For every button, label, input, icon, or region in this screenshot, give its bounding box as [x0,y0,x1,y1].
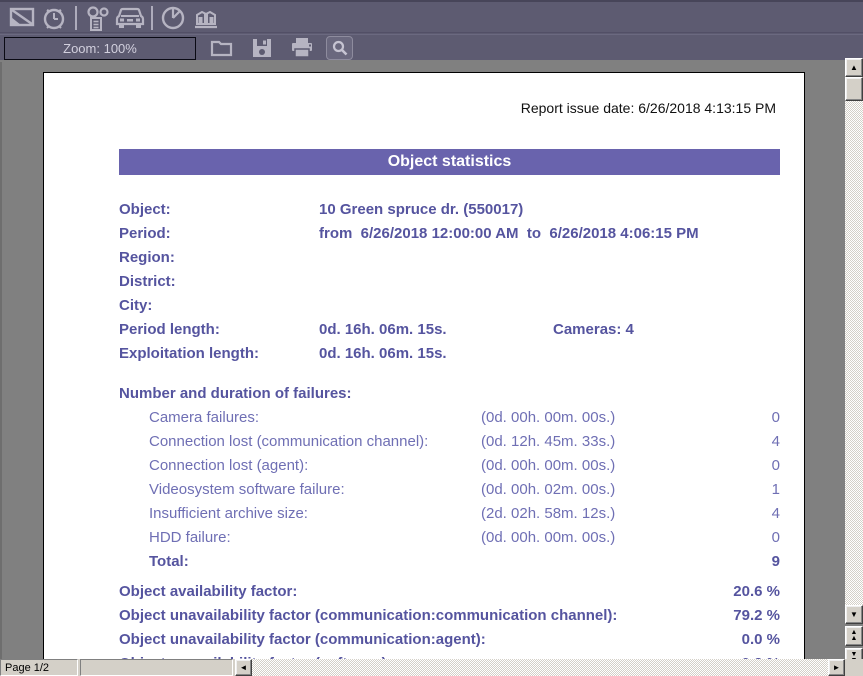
toolbar-separator [75,6,77,30]
status-bar: Page 1/2 ◄ ► [0,659,863,676]
factor-row: Object unavailability factor (communicat… [119,607,780,631]
car-icon[interactable] [114,5,146,31]
page-indicator: Page 1/2 [5,662,49,674]
zoom-level-box[interactable]: Zoom: 100% [4,37,196,60]
bar-chart-icon[interactable] [190,5,222,31]
report-viewer-window: Zoom: 100% [0,0,863,676]
pie-chart-icon[interactable] [158,5,190,31]
arrow-right-icon: ► [833,664,841,672]
report-title-banner: Object statistics [119,149,780,175]
vertical-scroll-track[interactable] [845,101,863,605]
toolbar-row-preview: Zoom: 100% [0,34,863,61]
failure-row: Connection lost (agent): (0d. 00h. 00m. … [119,457,780,481]
preview-magnifier-icon[interactable] [326,36,353,60]
info-row: Period length: 0d. 16h. 06m. 15s. Camera… [119,321,780,345]
scroll-up-button[interactable]: ▲ [845,58,863,77]
info-row: District: [119,273,780,297]
info-row: Object: 10 Green spruce dr. (550017) [119,201,780,225]
factor-row: Object availability factor: 20.6 % [119,583,780,607]
alarm-clock-icon[interactable] [38,5,70,31]
scroll-left-button[interactable]: ◄ [235,659,252,676]
scroll-down-button[interactable]: ▼ [845,605,863,624]
zoom-level-label: Zoom: 100% [63,41,137,56]
info-row: Exploitation length: 0d. 16h. 06m. 15s. [119,345,780,369]
preview-workspace: Report issue date: 6/26/2018 4:13:15 PM … [0,62,845,659]
failure-row: HDD failure: (0d. 00h. 00m. 00s.) 0 [119,529,780,553]
scroll-right-button[interactable]: ► [828,659,845,676]
horizontal-scroll-track[interactable] [252,659,828,676]
toolbar-separator [151,6,153,30]
status-panel-empty [80,659,233,676]
monitor-off-icon[interactable] [6,5,38,31]
info-row: City: [119,297,780,321]
horizontal-scrollbar[interactable]: ◄ ► [235,659,845,676]
double-arrow-up-icon: ▲▲ [851,630,858,642]
info-row: Region: [119,249,780,273]
failure-row: Connection lost (communication channel):… [119,433,780,457]
failures-table: Camera failures: (0d. 00h. 00m. 00s.) 0 … [119,409,780,577]
report-page: Report issue date: 6/26/2018 4:13:15 PM … [43,72,805,659]
arrow-down-icon: ▼ [850,611,858,619]
open-folder-icon[interactable] [206,35,238,61]
failure-row: Camera failures: (0d. 00h. 00m. 00s.) 0 [119,409,780,433]
info-row: Period: from 6/26/2018 12:00:00 AM to 6/… [119,225,780,249]
arrow-left-icon: ◄ [240,664,248,672]
save-icon[interactable] [246,35,278,61]
print-icon[interactable] [286,35,318,61]
toolbar: Zoom: 100% [0,0,863,60]
report-title: Object statistics [388,153,512,171]
factors-block: Object availability factor: 20.6 % Objec… [119,583,780,659]
factor-row: Object unavailability factor (communicat… [119,631,780,655]
failures-total-row: Total: 9 [119,553,780,577]
cameras-count: Cameras: 4 [553,321,634,338]
failure-row: Insufficient archive size: (2d. 02h. 58m… [119,505,780,529]
failure-row: Videosystem software failure: (0d. 00h. … [119,481,780,505]
scrollbar-corner [845,659,863,676]
report-issue-date: Report issue date: 6/26/2018 4:13:15 PM [119,100,780,116]
toolbar-row-main [0,4,863,33]
previous-page-button[interactable]: ▲▲ [845,626,863,646]
failures-section-header: Number and duration of failures: [119,385,780,409]
recorder-reel-icon[interactable] [82,5,114,31]
arrow-up-icon: ▲ [850,64,858,72]
page-indicator-panel: Page 1/2 [0,659,78,676]
vertical-scroll-thumb[interactable] [845,77,863,101]
report-info-block: Object: 10 Green spruce dr. (550017) Per… [119,201,780,369]
vertical-scrollbar[interactable]: ▲ ▼ ▲▲ ▼▼ [845,58,863,676]
